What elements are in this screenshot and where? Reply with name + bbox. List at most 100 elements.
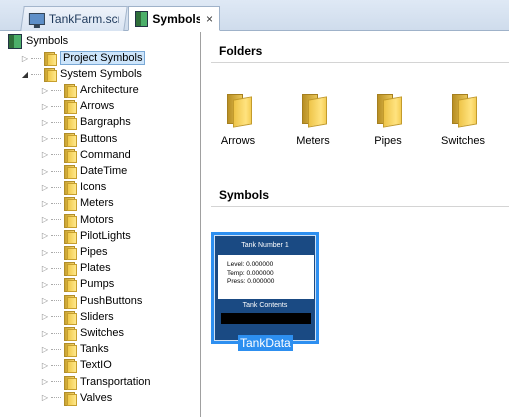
expand-arrow-icon[interactable]: ▷ bbox=[20, 54, 30, 63]
tree-connector bbox=[51, 267, 61, 269]
tree-item-textio[interactable]: ▷ TextIO bbox=[40, 357, 112, 374]
folder-icon bbox=[62, 391, 77, 406]
folder-icon bbox=[62, 132, 77, 147]
expand-arrow-icon[interactable]: ▷ bbox=[40, 183, 50, 192]
folder-icon bbox=[62, 245, 77, 260]
expand-arrow-icon[interactable]: ▷ bbox=[40, 393, 50, 402]
tree-connector bbox=[51, 283, 61, 285]
tree-item-tanks[interactable]: ▷ Tanks bbox=[40, 341, 109, 358]
tree-item-label: Switches bbox=[80, 327, 125, 339]
tree-item-transportation[interactable]: ▷ Transportation bbox=[40, 374, 151, 390]
folder-arrows[interactable]: Arrows bbox=[208, 94, 268, 156]
folder-icon bbox=[62, 180, 77, 196]
expand-arrow-icon[interactable]: ▷ bbox=[40, 167, 50, 176]
folder-icon bbox=[62, 148, 77, 163]
tree-item-label: PilotLights bbox=[80, 229, 131, 242]
tree-item-datetime[interactable]: ▷ DateTime bbox=[40, 163, 127, 179]
expand-arrow-icon[interactable]: ▷ bbox=[40, 377, 50, 386]
folder-pipes[interactable]: Pipes bbox=[358, 94, 418, 156]
tree-item-pilotlights[interactable]: ▷ PilotLights bbox=[40, 228, 131, 244]
tree-item-label: Command bbox=[80, 148, 131, 161]
expand-arrow-icon[interactable]: ▷ bbox=[40, 248, 50, 257]
symbol-book-icon bbox=[8, 33, 22, 49]
panel-readouts: Level: 0.000000 Temp: 0.000000 Press: 0.… bbox=[218, 255, 314, 299]
tree-connector bbox=[51, 186, 61, 188]
tree-item-plates[interactable]: ▷ Plates bbox=[40, 260, 111, 277]
contents-bar bbox=[221, 313, 311, 324]
tree-item-pipes[interactable]: ▷ Pipes bbox=[40, 244, 108, 260]
tree-item-icons[interactable]: ▷ Icons bbox=[40, 179, 106, 196]
expand-arrow-icon[interactable]: ▷ bbox=[40, 296, 50, 305]
tab-label: Symbols bbox=[152, 11, 200, 26]
expand-arrow-icon[interactable]: ▷ bbox=[40, 199, 50, 208]
expand-arrow-icon[interactable]: ▷ bbox=[40, 118, 50, 127]
symbol-book-icon bbox=[135, 10, 149, 27]
close-icon[interactable]: × bbox=[206, 12, 213, 26]
tree-connector bbox=[51, 332, 61, 334]
collapse-arrow-icon[interactable]: ◢ bbox=[20, 70, 30, 79]
expand-arrow-icon[interactable]: ▷ bbox=[40, 264, 50, 273]
expand-arrow-icon[interactable]: ▷ bbox=[40, 312, 50, 321]
folders-section-title: Folders bbox=[219, 44, 263, 58]
tree-item-label: System Symbols bbox=[60, 68, 142, 80]
folder-label: Switches bbox=[440, 135, 486, 147]
expand-arrow-icon[interactable]: ▷ bbox=[40, 102, 50, 111]
tree-item-label: Valves bbox=[80, 391, 113, 404]
tree-connector bbox=[51, 235, 61, 237]
tree-item-label: Bargraphs bbox=[80, 116, 131, 129]
folder-icon bbox=[62, 99, 77, 115]
expand-arrow-icon[interactable]: ▷ bbox=[40, 150, 50, 159]
tree-connector bbox=[51, 397, 61, 399]
tree-item-switches[interactable]: ▷ Switches bbox=[40, 325, 124, 341]
tank-panel-preview: Tank Number 1 Level: 0.000000 Temp: 0.00… bbox=[214, 235, 316, 341]
tree-item-arrows[interactable]: ▷ Arrows bbox=[40, 98, 114, 115]
folder-switches[interactable]: Switches bbox=[433, 94, 493, 156]
tree-item-project-symbols[interactable]: ▷ Project Symbols bbox=[20, 50, 146, 66]
tree-item-sliders[interactable]: ▷ Sliders bbox=[40, 309, 114, 325]
symbol-tankdata-thumbnail[interactable]: Tank Number 1 Level: 0.000000 Temp: 0.00… bbox=[211, 232, 319, 344]
tree-item-architecture[interactable]: ▷ Architecture bbox=[40, 82, 139, 98]
expand-arrow-icon[interactable]: ▷ bbox=[40, 231, 50, 240]
expand-arrow-icon[interactable]: ▷ bbox=[40, 345, 50, 354]
document-tabstrip: TankFarm.scr Symbols × bbox=[0, 0, 509, 31]
tree-item-buttons[interactable]: ▷ Buttons bbox=[40, 131, 117, 147]
tree-connector bbox=[51, 251, 61, 253]
expand-arrow-icon[interactable]: ▷ bbox=[40, 329, 50, 338]
tree-item-bargraphs[interactable]: ▷ Bargraphs bbox=[40, 114, 131, 131]
section-divider bbox=[211, 62, 509, 63]
tree-item-label: Architecture bbox=[80, 84, 139, 96]
tree-item-valves[interactable]: ▷ Valves bbox=[40, 390, 112, 406]
tree-item-meters[interactable]: ▷ Meters bbox=[40, 195, 114, 212]
folder-meters[interactable]: Meters bbox=[283, 94, 343, 156]
tree-item-pumps[interactable]: ▷ Pumps bbox=[40, 276, 114, 293]
folder-label: Pipes bbox=[374, 135, 402, 147]
expand-arrow-icon[interactable]: ▷ bbox=[40, 134, 50, 143]
tree-item-symbols-root[interactable]: Symbols bbox=[8, 33, 68, 49]
symbol-tree[interactable]: Symbols ▷ Project Symbols ◢ System Symbo… bbox=[6, 32, 201, 417]
tree-connector bbox=[51, 348, 61, 350]
monitor-icon bbox=[28, 13, 45, 25]
tree-item-system-symbols[interactable]: ◢ System Symbols bbox=[20, 66, 142, 82]
expand-arrow-icon[interactable]: ▷ bbox=[40, 280, 50, 289]
tree-item-motors[interactable]: ▷ Motors bbox=[40, 212, 114, 228]
folder-icon bbox=[62, 229, 77, 244]
tree-item-label: Pipes bbox=[80, 246, 108, 258]
expand-arrow-icon[interactable]: ▷ bbox=[40, 86, 50, 95]
expand-arrow-icon[interactable]: ▷ bbox=[40, 215, 50, 224]
symbol-caption[interactable]: TankData bbox=[238, 335, 293, 351]
tree-item-label: PushButtons bbox=[80, 294, 143, 307]
tree-connector bbox=[51, 202, 61, 204]
tree-item-label: Sliders bbox=[80, 310, 114, 323]
folder-icon bbox=[225, 94, 251, 124]
tab-tankfarm[interactable]: TankFarm.scr bbox=[20, 6, 128, 31]
tree-item-label: Project Symbols bbox=[60, 51, 146, 65]
folder-icon bbox=[62, 115, 77, 131]
folder-icon bbox=[62, 261, 77, 277]
folder-label: Arrows bbox=[220, 135, 256, 147]
folder-icon bbox=[62, 294, 77, 309]
tree-item-pushbuttons[interactable]: ▷ PushButtons bbox=[40, 293, 142, 309]
expand-arrow-icon[interactable]: ▷ bbox=[40, 361, 50, 370]
tab-symbols[interactable]: Symbols × bbox=[128, 6, 220, 31]
tree-item-command[interactable]: ▷ Command bbox=[40, 147, 131, 163]
tree-item-label: Plates bbox=[80, 262, 111, 275]
